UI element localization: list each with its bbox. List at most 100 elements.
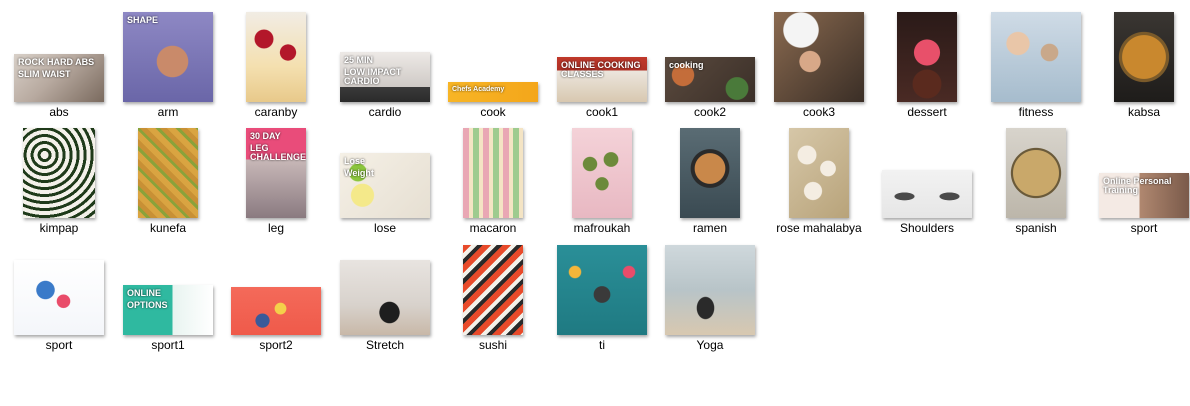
file-item[interactable]: cooking cook2 — [660, 10, 760, 120]
image-thumbnail[interactable]: Chefs Academy — [448, 82, 538, 102]
image-thumbnail[interactable]: SHAPE — [123, 12, 213, 102]
image-thumbnail[interactable]: Lose Weight — [340, 153, 430, 218]
thumbnail-container — [769, 126, 869, 218]
thumbnail-text: cooking — [669, 60, 704, 70]
thumbnail-container — [877, 126, 977, 218]
file-name-label: ti — [599, 338, 605, 352]
file-item[interactable]: sport2 — [226, 243, 326, 353]
image-thumbnail[interactable] — [789, 128, 849, 218]
thumbnail-container: SHAPE — [118, 10, 218, 102]
file-item[interactable]: Shoulders — [877, 126, 977, 236]
file-name-label: dessert — [907, 105, 947, 119]
file-item[interactable]: dessert — [877, 10, 977, 120]
image-thumbnail[interactable] — [882, 170, 972, 218]
file-item[interactable]: rose mahalabya — [769, 126, 869, 236]
image-thumbnail[interactable] — [991, 12, 1081, 102]
file-item[interactable]: Chefs Academy cook — [443, 10, 543, 120]
file-item[interactable]: Yoga — [660, 243, 760, 353]
image-thumbnail[interactable]: ROCK HARD ABS SLIM WAIST — [14, 54, 104, 102]
file-item[interactable]: mafroukah — [552, 126, 652, 236]
thumbnail-container — [443, 243, 543, 335]
thumbnail-container — [9, 126, 109, 218]
file-name-label: cook3 — [802, 105, 836, 119]
file-name-label: cardio — [368, 105, 402, 119]
thumbnail-container: Chefs Academy — [443, 10, 543, 102]
file-item[interactable]: SHAPE arm — [118, 10, 218, 120]
thumbnail-container — [552, 243, 652, 335]
file-name-label: leg — [267, 221, 284, 235]
file-item[interactable]: sport — [9, 243, 109, 353]
image-thumbnail[interactable] — [1006, 128, 1066, 218]
image-thumbnail[interactable]: 30 DAY LEG CHALLENGE — [246, 128, 306, 218]
image-thumbnail[interactable]: Online Personal Training — [1099, 173, 1189, 218]
file-name-label: Stretch — [365, 338, 404, 352]
file-item[interactable]: macaron — [443, 126, 543, 236]
file-item[interactable]: ti — [552, 243, 652, 353]
file-item[interactable]: fitness — [986, 10, 1086, 120]
file-item[interactable]: sushi — [443, 243, 543, 353]
file-name-label: sport2 — [259, 338, 293, 352]
image-thumbnail[interactable] — [138, 128, 198, 218]
thumbnail-text: ONLINE — [127, 288, 162, 298]
thumbnail-container: 30 DAY LEG CHALLENGE — [226, 126, 326, 218]
file-item[interactable]: kimpap — [9, 126, 109, 236]
thumbnail-container: ONLINE OPTIONS — [118, 243, 218, 335]
image-thumbnail[interactable] — [231, 287, 321, 335]
thumbnail-text: Weight — [344, 168, 374, 178]
file-name-label: kunefa — [149, 221, 187, 235]
thumbnail-container — [552, 126, 652, 218]
image-thumbnail[interactable] — [774, 12, 864, 102]
file-item[interactable]: 25 MIN LOW IMPACT CARDIO cardio — [335, 10, 435, 120]
image-thumbnail[interactable] — [572, 128, 632, 218]
file-item[interactable]: ROCK HARD ABS SLIM WAIST abs — [9, 10, 109, 120]
image-thumbnail[interactable] — [463, 128, 523, 218]
file-item[interactable]: Stretch — [335, 243, 435, 353]
thumbnail-text: Chefs Academy — [452, 86, 505, 93]
image-thumbnail[interactable]: ONLINE OPTIONS — [123, 285, 213, 335]
file-item[interactable]: caranby — [226, 10, 326, 120]
file-item[interactable]: spanish — [986, 126, 1086, 236]
image-thumbnail[interactable] — [246, 12, 306, 102]
image-thumbnail[interactable] — [23, 128, 95, 218]
thumbnail-text: Lose — [344, 156, 366, 166]
file-item[interactable]: kunefa — [118, 126, 218, 236]
thumbnail-container — [986, 126, 1086, 218]
file-name-label: rose mahalabya — [776, 221, 862, 235]
image-thumbnail[interactable] — [463, 245, 523, 335]
file-name-label: Yoga — [696, 338, 724, 352]
thumbnail-container: cooking — [660, 10, 760, 102]
image-thumbnail[interactable] — [1114, 12, 1174, 102]
thumbnail-text: Online Personal Training — [1103, 176, 1172, 195]
file-name-label: kabsa — [1127, 105, 1161, 119]
thumbnail-text: 30 DAY — [250, 131, 281, 141]
thumbnail-container: 25 MIN LOW IMPACT CARDIO — [335, 10, 435, 102]
image-thumbnail[interactable] — [680, 128, 740, 218]
file-item[interactable]: kabsa — [1094, 10, 1190, 120]
image-thumbnail[interactable]: 25 MIN LOW IMPACT CARDIO — [340, 52, 430, 102]
image-thumbnail[interactable] — [665, 245, 755, 335]
file-name-label: abs — [49, 105, 69, 119]
image-thumbnail[interactable] — [557, 245, 647, 335]
thumbnail-container: ONLINE COOKING CLASSES — [552, 10, 652, 102]
image-thumbnail[interactable] — [897, 12, 957, 102]
image-thumbnail[interactable] — [340, 260, 430, 335]
thumbnail-text: 25 MIN — [344, 55, 374, 65]
thumbnail-text: LEG CHALLENGE — [250, 143, 306, 162]
file-item[interactable]: ONLINE OPTIONS sport1 — [118, 243, 218, 353]
thumbnail-text: ONLINE COOKING CLASSES — [561, 60, 641, 79]
file-name-label: kimpap — [39, 221, 79, 235]
image-thumbnail[interactable]: cooking — [665, 57, 755, 102]
file-item[interactable]: ONLINE COOKING CLASSES cook1 — [552, 10, 652, 120]
thumbnail-container — [9, 243, 109, 335]
file-item[interactable]: Lose Weight lose — [335, 126, 435, 236]
image-thumbnail[interactable] — [14, 260, 104, 335]
thumbnail-text: LOW IMPACT CARDIO — [344, 67, 402, 86]
thumbnail-container — [877, 10, 977, 102]
thumbnail-text: ROCK HARD ABS — [18, 57, 95, 67]
file-item[interactable]: 30 DAY LEG CHALLENGE leg — [226, 126, 326, 236]
file-item[interactable]: Online Personal Training sport — [1094, 126, 1190, 236]
file-name-label: sport1 — [151, 338, 185, 352]
image-thumbnail[interactable]: ONLINE COOKING CLASSES — [557, 57, 647, 102]
file-item[interactable]: ramen — [660, 126, 760, 236]
file-item[interactable]: cook3 — [769, 10, 869, 120]
